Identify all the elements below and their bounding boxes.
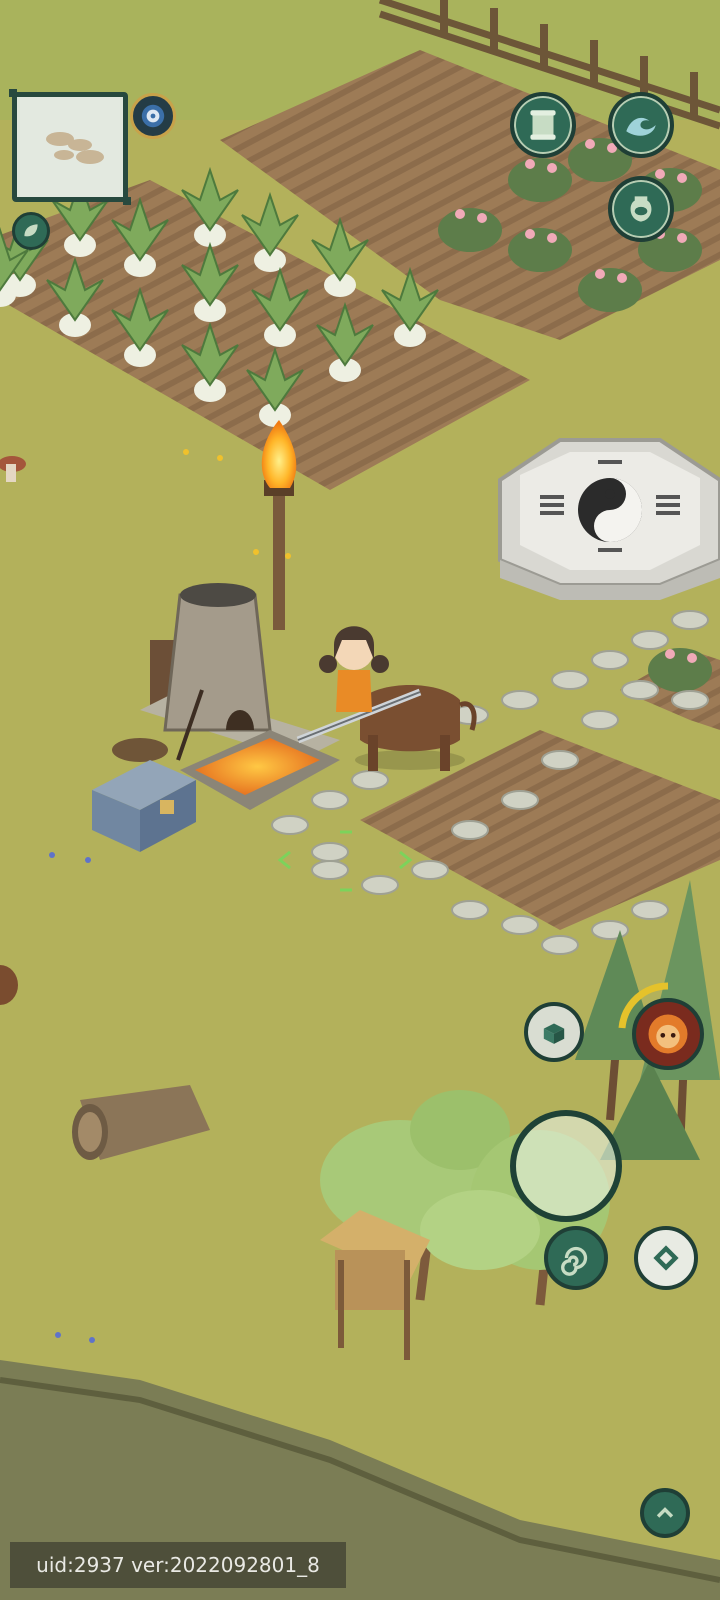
jar-icon — [630, 196, 652, 222]
jar-button[interactable] — [608, 176, 674, 242]
stepping-stone — [451, 820, 489, 840]
skill-cooldown-arc — [618, 982, 669, 1029]
stepping-stone — [501, 690, 539, 710]
wave-button[interactable] — [608, 92, 674, 158]
stepping-stone — [621, 680, 659, 700]
game-scene[interactable] — [0, 0, 720, 1600]
diamond-button[interactable] — [634, 1226, 698, 1290]
minimap[interactable] — [9, 89, 131, 205]
stepping-stone — [671, 690, 709, 710]
compass-icon — [141, 104, 165, 128]
spiral-icon — [561, 1246, 588, 1276]
flower-shrub — [648, 648, 712, 692]
stepping-stone — [501, 915, 539, 935]
diamond-icon — [653, 1245, 679, 1271]
stepping-stone — [351, 770, 389, 790]
box-button[interactable] — [524, 1002, 584, 1062]
scroll-icon — [530, 110, 556, 140]
stepping-stone — [541, 935, 579, 955]
stepping-stone — [631, 630, 669, 650]
scroll-button[interactable] — [510, 92, 576, 158]
leaf-button[interactable] — [12, 212, 50, 250]
stepping-stone — [361, 875, 399, 895]
stepping-stone — [671, 610, 709, 630]
stepping-stone — [311, 860, 349, 880]
stepping-stone — [311, 790, 349, 810]
stepping-stone — [311, 842, 349, 862]
spiral-button[interactable] — [544, 1226, 608, 1290]
minimap-view — [20, 97, 120, 197]
wave-icon — [626, 117, 656, 136]
stepping-stone — [591, 920, 629, 940]
bagua-platform — [498, 438, 720, 600]
stepping-stone — [581, 710, 619, 730]
stepping-stone — [551, 670, 589, 690]
stepping-stone — [631, 900, 669, 920]
flower-shrub — [578, 268, 642, 312]
flower-shrub — [508, 158, 572, 202]
flower-shrub — [508, 228, 572, 272]
stepping-stone — [411, 860, 449, 880]
version-info: uid:2937 ver:2022092801_8 — [10, 1542, 346, 1588]
stepping-stone — [501, 790, 539, 810]
stepping-stone — [541, 750, 579, 770]
expand-button[interactable] — [640, 1488, 690, 1538]
leaf-icon — [24, 224, 38, 237]
compass-button[interactable] — [130, 93, 176, 139]
stepping-stone — [591, 650, 629, 670]
chevron-up-icon — [656, 1507, 674, 1518]
box-icon — [543, 1023, 565, 1044]
flower-shrub — [438, 208, 502, 252]
stepping-stone — [451, 900, 489, 920]
stepping-stone — [271, 815, 309, 835]
joystick[interactable] — [510, 1110, 622, 1222]
